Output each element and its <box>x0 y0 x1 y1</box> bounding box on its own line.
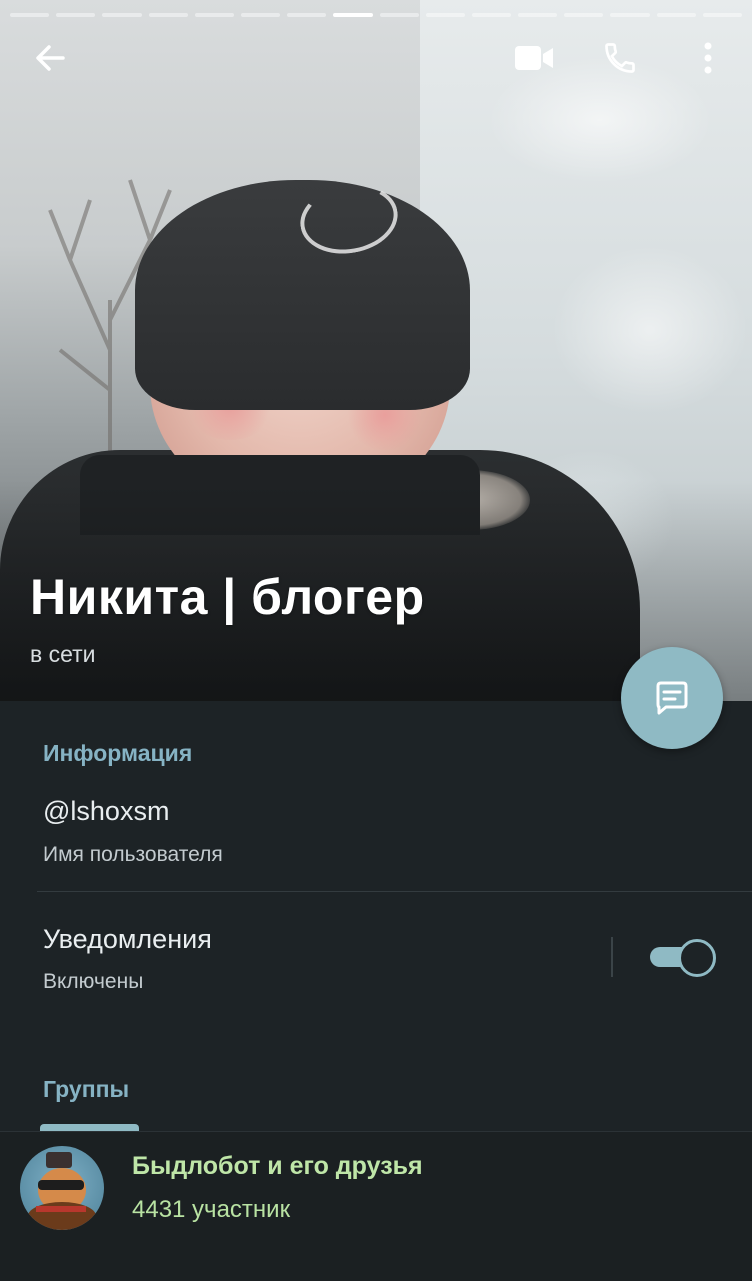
more-options-button[interactable] <box>680 30 736 86</box>
profile-name: Никита | блогер <box>30 569 425 625</box>
story-segment <box>194 13 234 17</box>
story-segment <box>425 13 465 17</box>
group-avatar <box>20 1146 104 1230</box>
voice-call-button[interactable] <box>592 30 648 86</box>
notifications-label: Уведомления <box>43 924 212 954</box>
story-segment <box>379 13 419 17</box>
message-icon <box>656 681 688 715</box>
story-segment <box>10 13 50 17</box>
group-list-item[interactable]: Быдлобот и его друзья 4431 участник <box>0 1131 752 1281</box>
more-vertical-icon <box>704 42 712 74</box>
group-members-count: 4431 участник <box>132 1196 291 1223</box>
story-segment <box>102 13 142 17</box>
online-status: в сети <box>30 641 96 667</box>
story-segment <box>287 13 327 17</box>
vertical-divider <box>611 937 613 977</box>
divider <box>37 891 752 892</box>
story-segment <box>148 13 188 17</box>
back-button[interactable] <box>22 30 78 86</box>
video-call-button[interactable] <box>506 30 562 86</box>
story-segment <box>333 13 373 17</box>
story-segment <box>471 13 512 17</box>
username-value: @lshoxsm <box>43 796 170 826</box>
username-caption: Имя пользователя <box>43 843 223 866</box>
video-camera-icon <box>515 46 553 70</box>
group-name: Быдлобот и его друзья <box>132 1152 423 1180</box>
phone-icon <box>605 43 635 73</box>
story-segment <box>702 13 742 17</box>
story-segment <box>240 13 281 17</box>
story-segment <box>564 13 604 17</box>
story-segment <box>610 13 650 17</box>
arrow-left-icon <box>36 45 65 71</box>
groups-section-title: Группы <box>43 1076 130 1102</box>
story-segment <box>656 13 696 17</box>
notifications-toggle[interactable] <box>650 939 716 977</box>
send-message-button[interactable] <box>621 647 723 749</box>
story-segment <box>518 13 558 17</box>
info-section-title: Информация <box>43 740 193 766</box>
story-progress <box>10 13 742 17</box>
story-segment <box>56 13 96 17</box>
notifications-value: Включены <box>43 970 144 993</box>
